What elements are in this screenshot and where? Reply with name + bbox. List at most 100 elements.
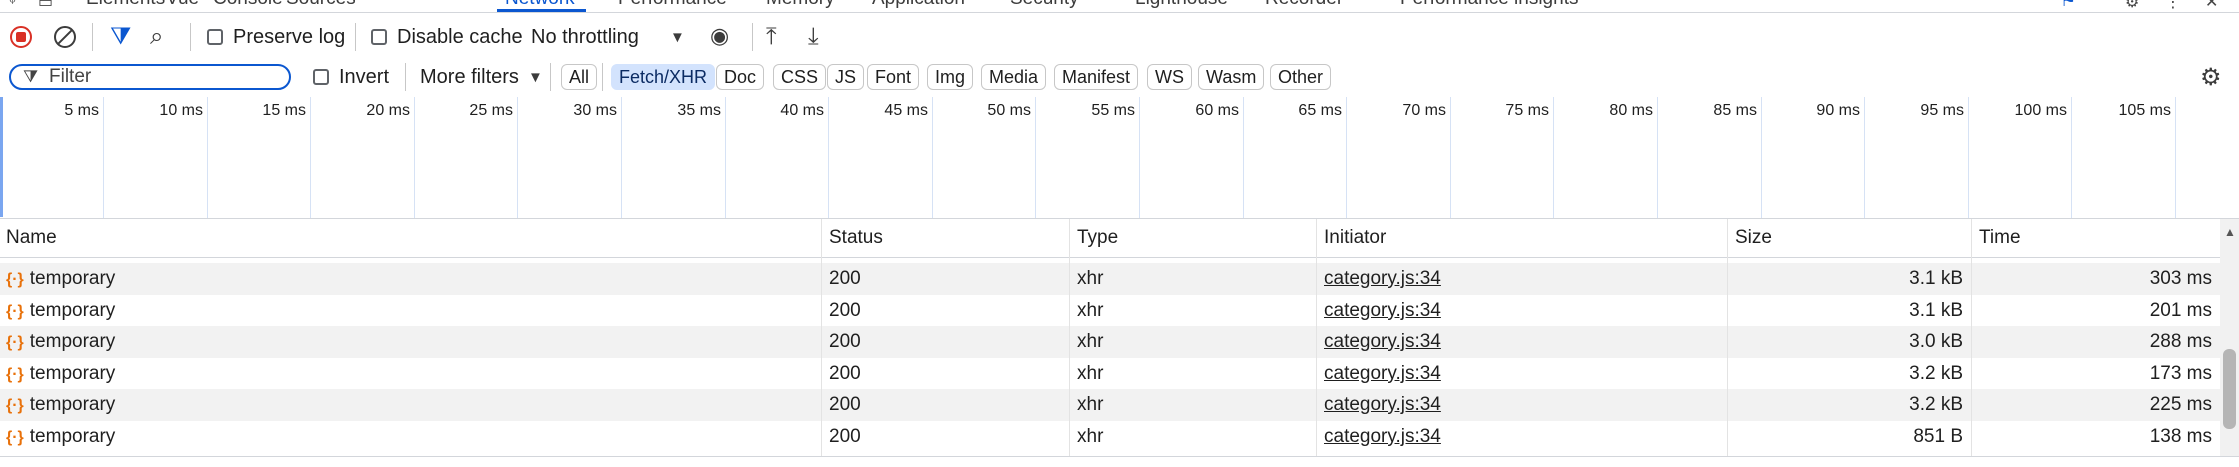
more-options-icon[interactable]: ⋮ (2165, 0, 2183, 11)
chip-wasm[interactable]: Wasm (1198, 64, 1265, 90)
scroll-up-icon[interactable]: ▲ (2224, 225, 2236, 239)
chip-ws[interactable]: WS (1147, 64, 1192, 90)
record-icon[interactable] (10, 26, 32, 48)
more-filters-dropdown[interactable]: More filters (420, 65, 519, 89)
table-row[interactable]: {·} temporary 200 xhr category.js:34 3.1 kB 20… (0, 295, 2220, 327)
type-cell: xhr (1077, 300, 1104, 321)
invert-checkbox[interactable] (313, 69, 329, 85)
filter-icon[interactable]: ⧩ (110, 23, 131, 51)
size-cell: 3.1 kB (1909, 268, 1963, 289)
xhr-icon: {·} (6, 334, 24, 351)
chip-other[interactable]: Other (1270, 64, 1332, 90)
column-header-name[interactable]: Name (0, 219, 820, 257)
table-scrollbar[interactable]: ▲ (2220, 219, 2239, 466)
initiator-link[interactable]: category.js:34 (1324, 394, 1441, 415)
chip-all[interactable]: All (561, 64, 598, 90)
import-har-icon[interactable]: ⤒ (766, 23, 777, 51)
tab-sources[interactable]: Sources (286, 0, 356, 10)
request-name-cell[interactable]: {·} temporary (0, 295, 820, 327)
table-row[interactable]: {·} temporary 200 xhr category.js:34 3.2 kB 22… (0, 389, 2220, 421)
tab-elements[interactable]: Elements (86, 0, 165, 10)
size-cell: 851 B (1913, 426, 1963, 447)
toolbar-divider (602, 63, 603, 91)
throttling-select[interactable]: No throttling (531, 25, 639, 49)
column-header-status[interactable]: Status (823, 219, 1068, 257)
status-cell: 200 (829, 394, 861, 415)
column-header-size[interactable]: Size (1729, 219, 1971, 257)
size-cell: 3.1 kB (1909, 300, 1963, 321)
inspect-element-icon[interactable]: ⌖ (8, 0, 26, 10)
chip-js[interactable]: JS (827, 64, 865, 90)
chip-media[interactable]: Media (981, 64, 1047, 90)
disable-cache-checkbox[interactable] (371, 29, 387, 45)
tab-performance-insights[interactable]: Performance insights (1400, 0, 1578, 10)
tab-vue[interactable]: Vue (166, 0, 199, 10)
chip-css[interactable]: CSS (773, 64, 827, 90)
tab-console[interactable]: Console (213, 0, 283, 10)
close-devtools-icon[interactable]: ✕ (2205, 0, 2223, 11)
chip-font[interactable]: Font (867, 64, 920, 90)
status-cell: 200 (829, 331, 861, 352)
timeline-gridline (1761, 97, 1762, 218)
device-toolbar-icon[interactable]: ▭ (38, 0, 56, 11)
table-row[interactable]: {·} temporary 200 xhr category.js:34 3.0 kB 28… (0, 326, 2220, 358)
timeline-left-handle[interactable] (0, 97, 3, 217)
chip-fetch-xhr[interactable]: Fetch/XHR (611, 64, 716, 90)
timeline-gridline (1968, 97, 1969, 218)
timeline-gridline (1139, 97, 1140, 218)
status-bar (0, 456, 2239, 467)
column-header-time[interactable]: Time (1973, 219, 2220, 257)
timeline-tick-label: 50 ms (987, 102, 1031, 119)
tab-performance[interactable]: Performance (618, 0, 727, 10)
tab-security[interactable]: Security (1010, 0, 1079, 10)
preserve-log-checkbox[interactable] (207, 29, 223, 45)
chip-img[interactable]: Img (927, 64, 974, 90)
request-name-cell[interactable]: {·} temporary (0, 263, 820, 295)
timeline-gridline (2175, 97, 2176, 218)
initiator-cell: category.js:34 (1318, 358, 1728, 390)
settings-top-icon[interactable]: ⚙ (2125, 0, 2143, 11)
timeline-tick-label: 60 ms (1195, 102, 1239, 119)
gear-icon[interactable]: ⚙ (2200, 63, 2222, 92)
tab-memory[interactable]: Memory (766, 0, 835, 10)
initiator-link[interactable]: category.js:34 (1324, 363, 1441, 384)
timeline-tick-label: 70 ms (1402, 102, 1446, 119)
initiator-link[interactable]: category.js:34 (1324, 268, 1441, 289)
filter-input[interactable]: ⧩ Filter (9, 64, 291, 90)
search-icon[interactable]: ⌕ (150, 23, 163, 51)
timeline-tick-label: 45 ms (884, 102, 928, 119)
timeline-tick-label: 105 ms (2118, 102, 2171, 119)
table-row[interactable]: {·} temporary 200 xhr category.js:34 3.1 kB 30… (0, 263, 2220, 295)
table-row[interactable]: {·} temporary 200 xhr category.js:34 851 B 138… (0, 421, 2220, 453)
export-har-icon[interactable]: ⤓ (808, 23, 819, 51)
network-conditions-icon[interactable]: ◉ (710, 23, 729, 49)
request-name-cell[interactable]: {·} temporary (0, 326, 820, 358)
initiator-link[interactable]: category.js:34 (1324, 300, 1441, 321)
tab-application[interactable]: Application (872, 0, 965, 10)
column-header-initiator[interactable]: Initiator (1318, 219, 1728, 257)
request-name-cell[interactable]: {·} temporary (0, 358, 820, 390)
initiator-cell: category.js:34 (1318, 389, 1728, 421)
initiator-link[interactable]: category.js:34 (1324, 426, 1441, 447)
table-row[interactable]: {·} temporary 200 xhr category.js:34 3.2 kB 17… (0, 358, 2220, 390)
chip-doc[interactable]: Doc (716, 64, 765, 90)
request-name-cell[interactable]: {·} temporary (0, 389, 820, 421)
timeline-tick-label: 90 ms (1816, 102, 1860, 119)
issues-badge-icon[interactable]: ⚑ (2060, 0, 2076, 11)
request-name-cell[interactable]: {·} temporary (0, 421, 820, 453)
chevron-down-icon[interactable]: ▼ (528, 69, 543, 86)
initiator-link[interactable]: category.js:34 (1324, 331, 1441, 352)
scrollbar-thumb[interactable] (2223, 349, 2236, 429)
chip-manifest[interactable]: Manifest (1054, 64, 1139, 90)
tab-recorder[interactable]: Recorder (1265, 0, 1343, 10)
column-header-type[interactable]: Type (1071, 219, 1316, 257)
chevron-down-icon[interactable]: ▼ (670, 29, 685, 46)
tab-lighthouse[interactable]: Lighthouse (1135, 0, 1228, 10)
timeline-tick-label: 30 ms (573, 102, 617, 119)
timeline-overview[interactable]: 5 ms 10 ms 15 ms 20 ms 25 ms 30 ms 35 ms 40 ms 4… (0, 97, 2239, 219)
status-cell: 200 (829, 268, 861, 289)
timeline-gridline (725, 97, 726, 218)
disable-cache-label: Disable cache (397, 26, 523, 48)
clear-icon[interactable] (54, 26, 76, 48)
toolbar-divider (190, 23, 191, 51)
